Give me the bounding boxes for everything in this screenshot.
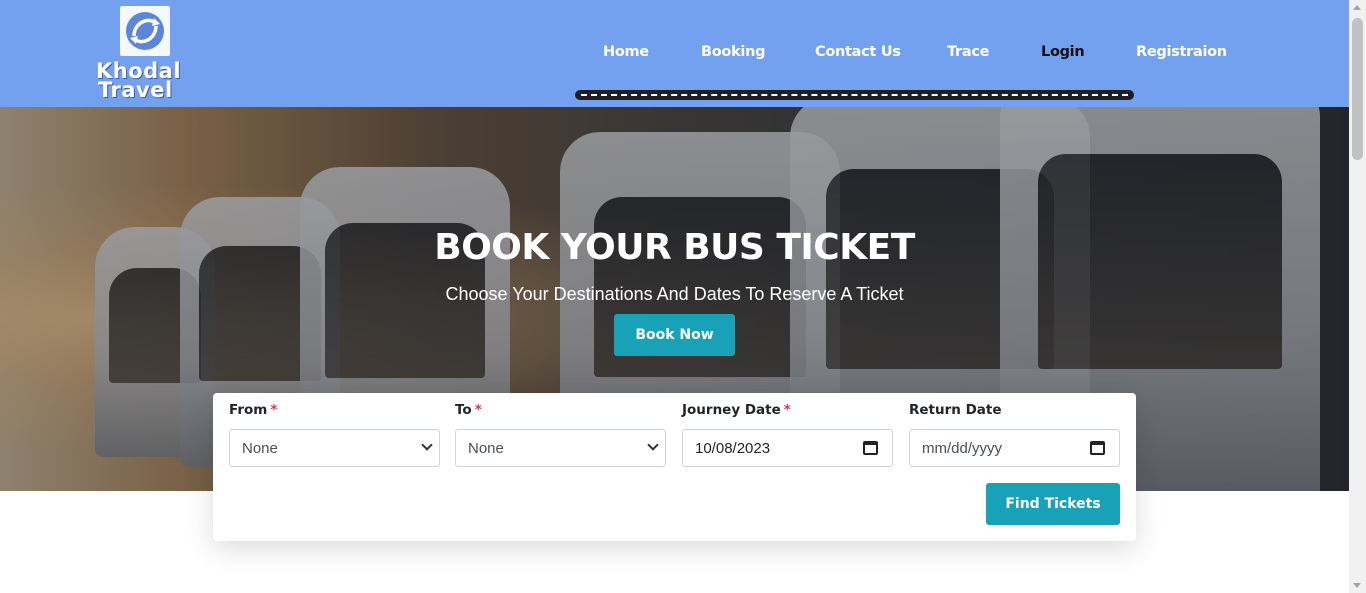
nav-contact-us[interactable]: Contact Us bbox=[815, 44, 901, 60]
page: Khodal Travel Home Booking Contact Us Tr… bbox=[0, 0, 1366, 593]
find-tickets-button[interactable]: Find Tickets bbox=[986, 483, 1120, 525]
brand-name: Khodal Travel bbox=[96, 61, 196, 102]
ticket-search-card: From * None To * None Journey Date * 10/08/… bbox=[213, 393, 1136, 541]
hero-subtitle: Choose Your Destinations And Dates To Re… bbox=[445, 284, 904, 304]
nav-trace[interactable]: Trace bbox=[947, 44, 989, 60]
to-select-value: None bbox=[468, 439, 504, 457]
from-select[interactable]: None bbox=[229, 429, 440, 467]
to-label: To * bbox=[455, 402, 482, 418]
chevron-down-icon bbox=[647, 439, 659, 451]
hero-title: BOOK YOUR BUS TICKET bbox=[434, 227, 915, 268]
journey-date-label: Journey Date * bbox=[682, 402, 791, 418]
return-date-label: Return Date bbox=[909, 402, 1002, 418]
scroll-up-arrow-icon[interactable] bbox=[1353, 5, 1361, 10]
required-mark: * bbox=[270, 402, 278, 418]
from-select-value: None bbox=[242, 439, 278, 457]
from-label: From * bbox=[229, 402, 278, 418]
chevron-down-icon bbox=[421, 439, 433, 451]
brand-name-line2: Travel bbox=[98, 78, 173, 102]
nav-dashed-underline bbox=[575, 90, 1134, 100]
scrollbar-thumb[interactable] bbox=[1352, 18, 1363, 160]
brand-logo[interactable]: Khodal Travel bbox=[96, 6, 196, 104]
calendar-icon[interactable] bbox=[863, 441, 878, 455]
journey-date-value: 10/08/2023 bbox=[695, 439, 771, 457]
return-date-value: mm/dd/yyyy bbox=[922, 439, 1003, 457]
nav-home[interactable]: Home bbox=[603, 44, 649, 60]
required-mark: * bbox=[783, 402, 791, 418]
to-select[interactable]: None bbox=[455, 429, 666, 467]
scroll-down-arrow-icon[interactable] bbox=[1353, 583, 1361, 588]
nav-booking[interactable]: Booking bbox=[701, 44, 766, 60]
nav-registration[interactable]: Registraion bbox=[1136, 44, 1227, 60]
return-date-input[interactable]: mm/dd/yyyy bbox=[909, 429, 1120, 467]
swirl-arrows-icon bbox=[120, 6, 170, 56]
main-nav: Home Booking Contact Us Trace Login Regi… bbox=[575, 34, 1235, 74]
site-header: Khodal Travel Home Booking Contact Us Tr… bbox=[0, 0, 1349, 107]
required-mark: * bbox=[474, 402, 482, 418]
nav-login[interactable]: Login bbox=[1041, 44, 1085, 60]
calendar-icon[interactable] bbox=[1090, 441, 1105, 455]
journey-date-input[interactable]: 10/08/2023 bbox=[682, 429, 893, 467]
book-now-button[interactable]: Book Now bbox=[614, 314, 735, 356]
